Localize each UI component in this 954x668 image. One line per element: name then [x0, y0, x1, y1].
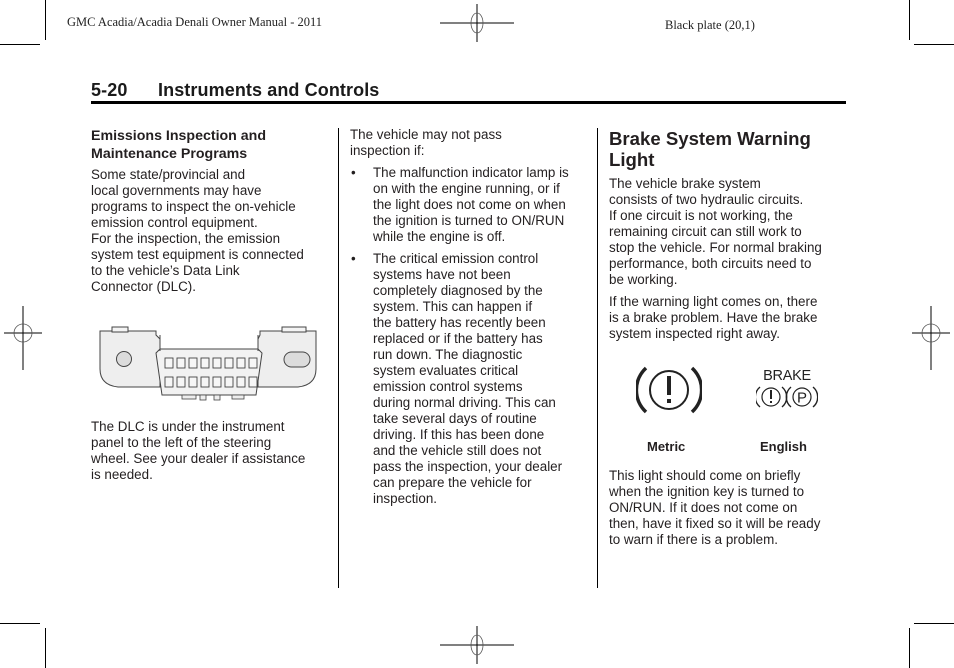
- text-line: ON/RUN. If it does not come on: [609, 500, 798, 515]
- registration-mark-top: [440, 4, 514, 42]
- crop-mark: [0, 44, 40, 45]
- registration-mark-left: [4, 306, 42, 370]
- page-number: 5-20: [91, 80, 128, 100]
- column-3: Brake System Warning Light The vehicle b…: [609, 128, 849, 342]
- text-line: inspection.: [373, 491, 438, 506]
- text-line: local governments may have: [91, 183, 262, 198]
- heading-emissions-inspection: Emissions Inspection and Maintenance Pro…: [91, 127, 331, 163]
- park-glyph: P: [797, 390, 807, 407]
- text-line: system test equipment is connected: [91, 247, 304, 262]
- text-line: This light should come on briefly: [609, 468, 801, 483]
- brake-warning-metric-icon: [636, 366, 702, 414]
- text-line: replaced or if the battery has: [373, 331, 543, 346]
- text-line: The DLC is under the instrument: [91, 419, 285, 434]
- text-line: system inspected right away.: [609, 326, 780, 341]
- heading-line: Maintenance Programs: [91, 146, 248, 162]
- text-line: completely diagnosed by the: [373, 283, 543, 298]
- registration-mark-right: [912, 306, 950, 370]
- text-line: can prepare the vehicle for: [373, 475, 532, 490]
- text-line: If the warning light comes on, there: [609, 294, 818, 309]
- text-line: when the ignition key is turned to: [609, 484, 805, 499]
- crop-mark: [914, 44, 954, 45]
- bullet-item: • The critical emission control systems …: [350, 251, 590, 507]
- paragraph-emissions-intro: Some state/provincial and local governme…: [91, 167, 331, 295]
- paragraph-inspection-intro: The vehicle may not pass inspection if:: [350, 127, 590, 159]
- dlc-connector-illustration: [99, 326, 317, 401]
- column-2: The vehicle may not pass inspection if: …: [350, 127, 590, 507]
- text-line: the light does not come on when: [373, 197, 566, 212]
- text-line: pass the inspection, your dealer: [373, 459, 563, 474]
- text-line: is needed.: [91, 467, 153, 482]
- text-line: run down. The diagnostic: [373, 347, 523, 362]
- brake-exclamation-and-park-icon: P: [756, 386, 818, 408]
- text-line: consists of two hydraulic circuits.: [609, 192, 804, 207]
- heading-line: Emissions Inspection and: [91, 128, 267, 144]
- plate-title: GMC Acadia/Acadia Denali Owner Manual - …: [67, 15, 323, 29]
- text-line: is a brake problem. Have the brake: [609, 310, 818, 325]
- heading-line: Brake System Warning: [609, 128, 811, 149]
- text-line: be working.: [609, 272, 678, 287]
- bullet-item: • The malfunction indicator lamp is on w…: [350, 165, 590, 245]
- registration-mark-bottom: [440, 626, 514, 664]
- crop-mark: [909, 628, 910, 668]
- crop-mark: [45, 628, 46, 668]
- column-1: Emissions Inspection and Maintenance Pro…: [91, 127, 331, 295]
- text-line: driving. If this has been done: [373, 427, 545, 442]
- text-line: emission control systems: [373, 379, 523, 394]
- brake-label: BRAKE: [763, 368, 811, 384]
- paragraph-dlc-location: The DLC is under the instrument panel to…: [91, 419, 331, 483]
- text-line: inspection if:: [350, 143, 425, 158]
- paragraph-brake-warning: If the warning light comes on, there is …: [609, 294, 849, 342]
- crop-mark: [914, 623, 954, 624]
- crop-mark: [45, 0, 46, 40]
- text-line: The malfunction indicator lamp is: [373, 165, 569, 180]
- crop-mark: [0, 623, 40, 624]
- bullet-icon: •: [351, 251, 356, 266]
- caption-metric: Metric: [647, 439, 686, 454]
- text-line: the ignition is turned to ON/RUN: [373, 213, 565, 228]
- paragraph-brake-intro: The vehicle brake system consists of two…: [609, 176, 849, 288]
- text-line: The critical emission control: [373, 251, 539, 266]
- text-line: The vehicle brake system: [609, 176, 761, 191]
- text-line: to warn if there is a problem.: [609, 532, 778, 547]
- section-title: Instruments and Controls: [158, 80, 380, 100]
- column-divider: [597, 128, 598, 588]
- text-line: If one circuit is not working, the: [609, 208, 793, 223]
- heading-line: Light: [609, 149, 655, 170]
- text-line: performance, both circuits need to: [609, 256, 812, 271]
- text-line: panel to the left of the steering: [91, 435, 272, 450]
- text-line: For the inspection, the emission: [91, 231, 281, 246]
- text-line: to the vehicle’s Data Link: [91, 263, 240, 278]
- section-header: 5-20 Instruments and Controls: [91, 80, 379, 101]
- text-line: the battery has recently been: [373, 315, 546, 330]
- text-line: Some state/provincial and: [91, 167, 246, 182]
- crop-mark: [909, 0, 910, 40]
- bullet-icon: •: [351, 165, 356, 180]
- section-rule: [91, 101, 846, 104]
- text-line: Connector (DLC).: [91, 279, 196, 294]
- text-line: system. This can happen if: [373, 299, 533, 314]
- text-line: take several days of routine: [373, 411, 537, 426]
- text-line: systems have not been: [373, 267, 511, 282]
- text-line: then, have it fixed so it will be ready: [609, 516, 821, 531]
- paragraph-bulb-check: This light should come on briefly when t…: [609, 468, 849, 548]
- text-line: emission control equipment.: [91, 215, 258, 230]
- caption-english: English: [760, 439, 807, 454]
- text-line: programs to inspect the on-vehicle: [91, 199, 296, 214]
- heading-brake-system-warning-light: Brake System Warning Light: [609, 128, 849, 170]
- text-line: and the vehicle still does not: [373, 443, 542, 458]
- text-line: while the engine is off.: [373, 229, 506, 244]
- text-line: stop the vehicle. For normal braking: [609, 240, 822, 255]
- text-line: system evaluates critical: [373, 363, 519, 378]
- plate-label: Black plate (20,1): [665, 18, 755, 32]
- text-line: The vehicle may not pass: [350, 127, 502, 142]
- text-line: on with the engine running, or if: [373, 181, 560, 196]
- text-line: wheel. See your dealer if assistance: [91, 451, 306, 466]
- brake-warning-english-icon: BRAKE P: [756, 369, 818, 410]
- column-divider: [338, 128, 339, 588]
- text-line: remaining circuit can still work to: [609, 224, 802, 239]
- text-line: during normal driving. This can: [373, 395, 556, 410]
